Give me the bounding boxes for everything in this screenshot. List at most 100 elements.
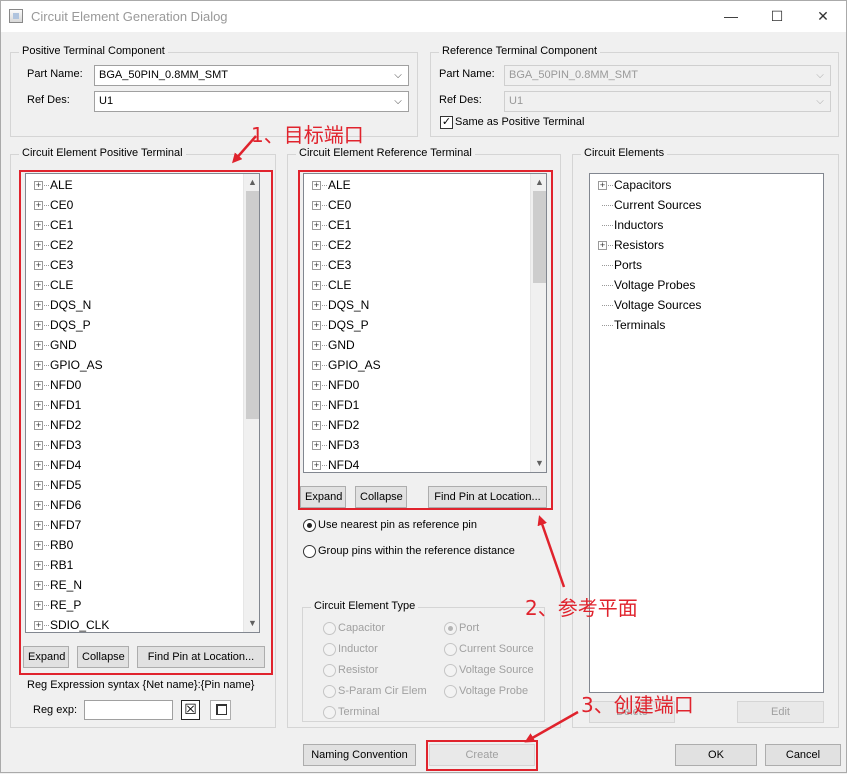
expand-plus-icon[interactable]: + (34, 221, 43, 230)
positive-find-pin-button[interactable]: Find Pin at Location... (137, 646, 265, 668)
expand-plus-icon[interactable]: + (34, 301, 43, 310)
pin-row[interactable]: + ALE (26, 175, 241, 195)
pin-row[interactable]: + NFD2 (304, 415, 519, 435)
maximize-button[interactable]: ☐ (754, 1, 800, 32)
element-type-radio[interactable] (444, 643, 457, 656)
reference-ref-des-select[interactable]: U1 ⌵ (504, 91, 831, 112)
expand-plus-icon[interactable]: + (312, 181, 321, 190)
expand-plus-icon[interactable]: + (34, 621, 43, 630)
expand-plus-icon[interactable]: + (34, 461, 43, 470)
positive-pin-tree[interactable]: + ALE + CE0 + CE1 + CE2 + CE3 + CLE + DQS_N + DQS_P + GND… (25, 173, 260, 633)
expand-plus-icon[interactable]: + (312, 441, 321, 450)
expand-plus-icon[interactable]: + (34, 361, 43, 370)
circuit-element-item[interactable]: Voltage Probes (590, 275, 815, 295)
expand-plus-icon[interactable]: + (34, 261, 43, 270)
reference-part-name-select[interactable]: BGA_50PIN_0.8MM_SMT ⌵ (504, 65, 831, 86)
pin-row[interactable]: + NFD5 (26, 475, 241, 495)
element-type-radio[interactable] (323, 664, 336, 677)
element-type-radio[interactable] (323, 706, 336, 719)
expand-plus-icon[interactable]: + (312, 301, 321, 310)
expand-plus-icon[interactable]: + (34, 281, 43, 290)
expand-plus-icon[interactable]: + (312, 401, 321, 410)
expand-plus-icon[interactable]: + (34, 401, 43, 410)
regex-input[interactable] (84, 700, 173, 720)
expand-plus-icon[interactable]: + (34, 501, 43, 510)
pin-row[interactable]: + NFD6 (26, 495, 241, 515)
element-type-radio[interactable] (444, 664, 457, 677)
expand-plus-icon[interactable]: + (312, 201, 321, 210)
expand-plus-icon[interactable]: + (34, 481, 43, 490)
expand-plus-icon[interactable]: + (312, 241, 321, 250)
pin-row[interactable]: + RE_N (26, 575, 241, 595)
pin-row[interactable]: + CE2 (304, 235, 519, 255)
pin-row[interactable]: + NFD3 (26, 435, 241, 455)
scroll-up-icon[interactable]: ▲ (531, 174, 546, 191)
pin-row[interactable]: + GPIO_AS (304, 355, 519, 375)
pin-row[interactable]: + NFD2 (26, 415, 241, 435)
create-button[interactable]: Create (429, 744, 535, 766)
pin-row[interactable]: + CE3 (26, 255, 241, 275)
expand-plus-icon[interactable]: + (34, 441, 43, 450)
expand-plus-icon[interactable]: + (34, 601, 43, 610)
element-type-radio[interactable] (323, 685, 336, 698)
circuit-element-item[interactable]: + Resistors (590, 235, 815, 255)
pin-row[interactable]: + DQS_P (304, 315, 519, 335)
pin-row[interactable]: + DQS_P (26, 315, 241, 335)
reference-pin-tree[interactable]: + ALE + CE0 + CE1 + CE2 + CE3 + CLE + DQS_N + DQS_P + GND… (303, 173, 547, 473)
reference-expand-button[interactable]: Expand (300, 486, 346, 508)
pin-row[interactable]: + CE1 (304, 215, 519, 235)
expand-plus-icon[interactable]: + (312, 361, 321, 370)
cancel-button[interactable]: Cancel (765, 744, 841, 766)
reference-find-pin-button[interactable]: Find Pin at Location... (428, 486, 547, 508)
positive-part-name-select[interactable]: BGA_50PIN_0.8MM_SMT ⌵ (94, 65, 409, 86)
pin-row[interactable]: + RE_P (26, 595, 241, 615)
expand-plus-icon[interactable]: + (34, 521, 43, 530)
scroll-thumb[interactable] (246, 191, 259, 419)
scroll-down-icon[interactable]: ▼ (531, 455, 546, 472)
regex-apply-icon[interactable]: ☒ (181, 700, 200, 720)
pin-row[interactable]: + DQS_N (26, 295, 241, 315)
circuit-element-item[interactable]: Ports (590, 255, 815, 275)
pin-row[interactable]: + GPIO_AS (26, 355, 241, 375)
pin-row[interactable]: + RB1 (26, 555, 241, 575)
pin-row[interactable]: + GND (304, 335, 519, 355)
positive-expand-button[interactable]: Expand (23, 646, 69, 668)
expand-plus-icon[interactable]: + (34, 381, 43, 390)
pin-row[interactable]: + CE3 (304, 255, 519, 275)
expand-plus-icon[interactable]: + (34, 541, 43, 550)
minimize-button[interactable]: — (708, 1, 754, 32)
nearest-pin-radio[interactable] (303, 519, 316, 532)
pin-row[interactable]: + NFD4 (304, 455, 519, 472)
expand-plus-icon[interactable]: + (34, 421, 43, 430)
expand-plus-icon[interactable]: + (34, 321, 43, 330)
pin-row[interactable]: + CLE (304, 275, 519, 295)
reference-collapse-button[interactable]: Collapse (355, 486, 407, 508)
pin-row[interactable]: + CE0 (304, 195, 519, 215)
regex-clear-button[interactable] (210, 700, 231, 720)
pin-row[interactable]: + DQS_N (304, 295, 519, 315)
expand-plus-icon[interactable]: + (34, 181, 43, 190)
element-type-radio[interactable] (323, 643, 336, 656)
expand-plus-icon[interactable]: + (598, 181, 607, 190)
same-as-positive-checkbox[interactable]: ✓ (440, 116, 453, 129)
element-type-radio[interactable] (444, 685, 457, 698)
expand-plus-icon[interactable]: + (312, 221, 321, 230)
expand-plus-icon[interactable]: + (34, 241, 43, 250)
expand-plus-icon[interactable]: + (34, 201, 43, 210)
pin-row[interactable]: + CE2 (26, 235, 241, 255)
circuit-element-item[interactable]: + Capacitors (590, 175, 815, 195)
expand-plus-icon[interactable]: + (312, 421, 321, 430)
circuit-element-item[interactable]: Terminals (590, 315, 815, 335)
pin-row[interactable]: + CLE (26, 275, 241, 295)
pin-row[interactable]: + NFD4 (26, 455, 241, 475)
positive-ref-des-select[interactable]: U1 ⌵ (94, 91, 409, 112)
expand-plus-icon[interactable]: + (312, 281, 321, 290)
positive-collapse-button[interactable]: Collapse (77, 646, 129, 668)
pin-row[interactable]: + CE1 (26, 215, 241, 235)
pin-row[interactable]: + ALE (304, 175, 519, 195)
element-type-radio[interactable] (323, 622, 336, 635)
expand-plus-icon[interactable]: + (312, 381, 321, 390)
naming-convention-button[interactable]: Naming Convention (303, 744, 416, 766)
pin-row[interactable]: + NFD7 (26, 515, 241, 535)
ok-button[interactable]: OK (675, 744, 757, 766)
